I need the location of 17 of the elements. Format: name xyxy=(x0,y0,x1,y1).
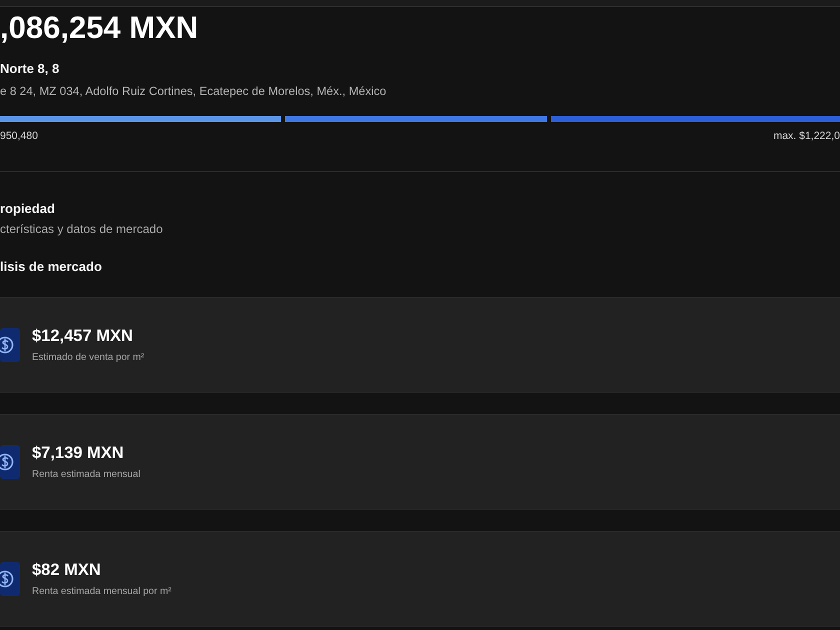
section-subtitle: cterísticas y datos de mercado xyxy=(0,221,163,237)
metric-value: $82 MXN xyxy=(32,560,102,580)
metric-value: $7,139 MXN xyxy=(32,443,125,463)
address-text: e 8 24, MZ 034, Adolfo Ruiz Cortines, Ecatepec de Morelos, Méx., México xyxy=(0,83,386,99)
price-heading: ,086,254 MXN xyxy=(0,10,198,46)
min-price-label: 950,480 xyxy=(0,129,38,143)
dollar-coin-icon xyxy=(0,445,20,479)
section-title: lisis de mercado xyxy=(0,258,102,276)
dollar-coin-icon xyxy=(0,562,20,596)
metric-label: Estimado de venta por m² xyxy=(32,351,144,364)
metric-label: Renta estimada mensual por m² xyxy=(32,585,172,598)
dollar-coin-icon xyxy=(0,328,20,362)
max-price-label: max. $1,222,0 xyxy=(773,129,840,143)
section-title: ropiedad xyxy=(0,200,55,218)
street-name: Norte 8, 8 xyxy=(0,60,60,78)
metric-value: $12,457 MXN xyxy=(32,326,134,346)
metric-label: Renta estimada mensual xyxy=(32,468,140,481)
